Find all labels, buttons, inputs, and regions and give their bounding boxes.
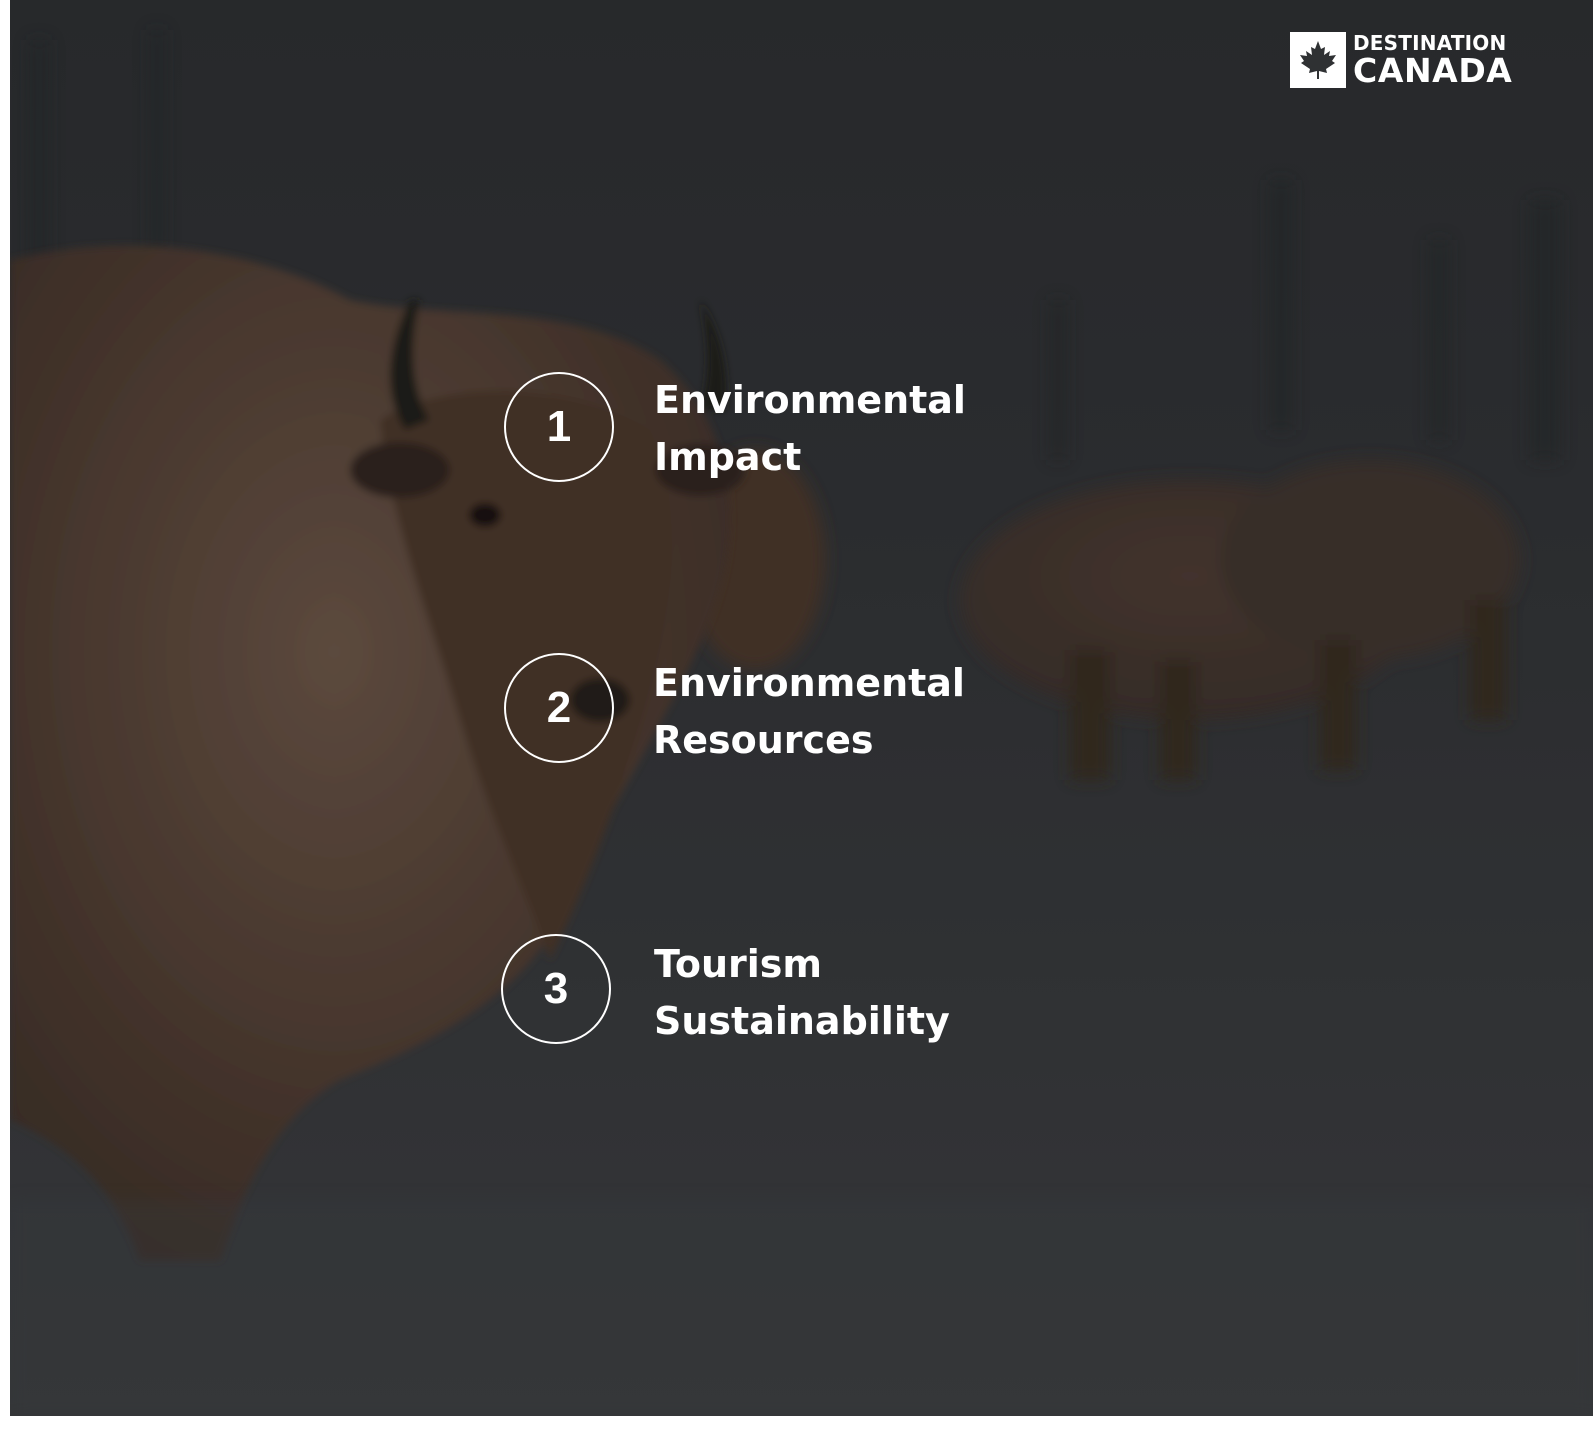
destination-canada-logo: DESTINATION CANADA	[1290, 32, 1512, 88]
agenda-item-label-line2: Sustainability	[654, 999, 950, 1043]
agenda-item-label-line1: Environmental	[654, 378, 966, 422]
number-circle: 2	[504, 653, 614, 763]
brand-line-canada: CANADA	[1353, 51, 1513, 90]
agenda-item-label-line2: Resources	[653, 718, 874, 762]
slide: DESTINATION CANADA 1 Environmental Impac…	[10, 0, 1593, 1416]
brand-wordmark: DESTINATION CANADA	[1353, 33, 1512, 87]
agenda-item-label-line1: Environmental	[653, 661, 965, 705]
agenda-item-label: Environmental Impact	[654, 372, 966, 486]
agenda-item-label: Environmental Resources	[653, 655, 965, 769]
agenda-item-label-line1: Tourism	[654, 942, 823, 986]
agenda-item-label: Tourism Sustainability	[654, 936, 950, 1050]
number-circle: 1	[504, 372, 614, 482]
agenda-item-label-line2: Impact	[654, 435, 802, 479]
number-circle: 3	[501, 934, 611, 1044]
maple-leaf-icon	[1290, 32, 1346, 88]
brand-line-destination: DESTINATION	[1353, 31, 1507, 55]
